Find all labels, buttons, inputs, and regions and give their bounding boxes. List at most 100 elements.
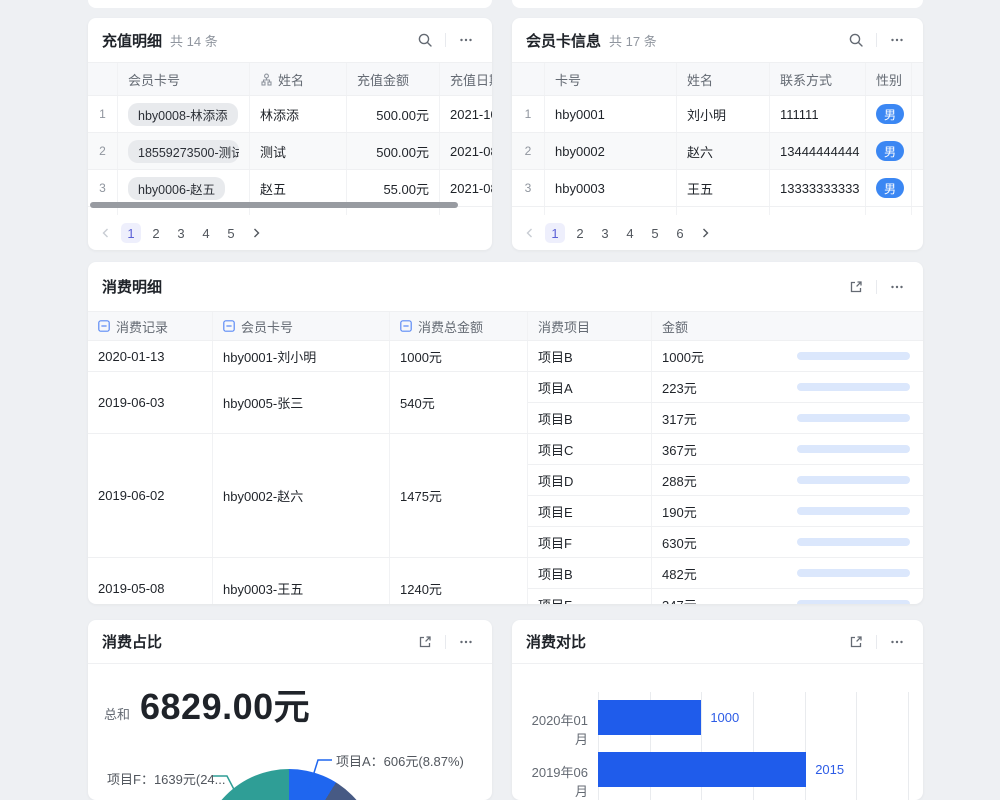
amount-bar <box>797 414 910 422</box>
pie-chart[interactable] <box>200 769 378 800</box>
group-row[interactable]: 2020-01-13 hby0001-刘小明 1000元 <box>88 341 528 372</box>
table-row[interactable]: 2 hby0002 赵六 13444444444 男 <box>512 133 923 170</box>
bar-value-label: 1000 <box>710 710 739 725</box>
total-label: 总和 <box>104 704 130 723</box>
col-header-card[interactable]: 会员卡号 <box>118 63 250 95</box>
col-header-record[interactable]: 消费记录 <box>88 312 213 340</box>
col-header-amount[interactable]: 金额 <box>652 312 923 340</box>
page-5[interactable]: 5 <box>645 223 665 243</box>
record-count: 共 14 条 <box>170 31 218 50</box>
total-value: 6829.00元 <box>140 678 310 730</box>
table-row-partial <box>512 207 923 215</box>
open-in-new-icon[interactable] <box>413 630 437 654</box>
group-row[interactable]: 2019-06-03 hby0005-张三 540元 <box>88 372 528 434</box>
bar-value-label: 2015 <box>815 762 844 777</box>
item-row[interactable]: 项目B 317元 <box>528 403 923 434</box>
table-row[interactable]: 1 hby0008-林添添 林添添 500.00元 2021-10 <box>88 96 492 133</box>
horizontal-scrollbar[interactable] <box>90 202 458 208</box>
group-row[interactable]: 2019-06-02 hby0002-赵六 1475元 <box>88 434 528 558</box>
item-row[interactable]: 项目B 482元 <box>528 558 923 589</box>
more-icon[interactable] <box>454 28 478 52</box>
table-header-row: 卡号 姓名 联系方式 性别 <box>512 62 923 96</box>
card-above-left-edge <box>88 0 492 8</box>
item-row-partial[interactable]: 项目F 347元 <box>528 589 923 604</box>
panel-recharge-details: 充值明细 共 14 条 会员卡号 姓名 充值金额 充值日期 1 hby0008-… <box>88 18 492 250</box>
page-1[interactable]: 1 <box>545 223 565 243</box>
col-header-project[interactable]: 消费项目 <box>528 312 652 340</box>
group-row[interactable]: 2019-05-08 hby0003-王五 1240元 <box>88 558 528 604</box>
item-row[interactable]: 项目C 367元 <box>528 434 923 465</box>
page-4[interactable]: 4 <box>196 223 216 243</box>
divider <box>876 280 877 294</box>
open-in-new-icon[interactable] <box>844 630 868 654</box>
divider <box>445 635 446 649</box>
pagination: 1 2 3 4 5 6 <box>520 223 715 243</box>
col-header-phone[interactable]: 联系方式 <box>770 63 866 95</box>
item-row[interactable]: 项目F 630元 <box>528 527 923 558</box>
panel-consumption-header: 消费明细 <box>88 262 923 311</box>
card-number-tag: hby0008-林添添 <box>128 103 238 126</box>
table-row[interactable]: 1 hby0001 刘小明 111111 男 <box>512 96 923 133</box>
item-row[interactable]: 项目D 288元 <box>528 465 923 496</box>
collapse-group-icon <box>223 320 235 332</box>
amount-bar <box>797 600 910 604</box>
col-header-total[interactable]: 消费总金额 <box>390 312 528 340</box>
item-row[interactable]: 项目E 190元 <box>528 496 923 527</box>
search-icon[interactable] <box>844 28 868 52</box>
col-header-name[interactable]: 姓名 <box>677 63 770 95</box>
page-1[interactable]: 1 <box>121 223 141 243</box>
page-5[interactable]: 5 <box>221 223 241 243</box>
amount-bar <box>797 383 910 391</box>
item-row[interactable]: 项目A 223元 <box>528 372 923 403</box>
col-header-card[interactable]: 会员卡号 <box>213 312 390 340</box>
bar-category-label: 2020年01月 <box>522 710 588 748</box>
col-header-amount[interactable]: 充值金额 <box>347 63 440 95</box>
next-page-icon[interactable] <box>246 223 266 243</box>
table-row[interactable]: 2 18559273500-测试 测试 500.00元 2021-08 <box>88 133 492 170</box>
more-icon[interactable] <box>885 275 909 299</box>
page-3[interactable]: 3 <box>171 223 191 243</box>
consumption-header-row: 消费记录 会员卡号 消费总金额 消费项目 金额 <box>88 311 923 341</box>
panel-title: 消费占比 <box>102 631 162 652</box>
page-3[interactable]: 3 <box>595 223 615 243</box>
pie-total: 总和 6829.00元 <box>88 664 492 730</box>
bar-row[interactable]: 2015 <box>598 752 908 787</box>
next-page-icon[interactable] <box>695 223 715 243</box>
pie-label-project-a: 项目A：606元(8.87%) <box>336 751 464 770</box>
recharge-table: 会员卡号 姓名 充值金额 充值日期 1 hby0008-林添添 林添添 500.… <box>88 62 492 215</box>
bar-category-label: 2019年06月 <box>522 762 588 800</box>
col-header-card[interactable]: 卡号 <box>545 63 677 95</box>
prev-page-icon[interactable] <box>96 223 116 243</box>
item-row[interactable]: 项目B 1000元 <box>528 341 923 372</box>
more-icon[interactable] <box>885 28 909 52</box>
more-icon[interactable] <box>454 630 478 654</box>
col-header-date[interactable]: 充值日期 <box>440 63 492 95</box>
group-columns: 2020-01-13 hby0001-刘小明 1000元 2019-06-03 … <box>88 341 528 604</box>
table-row-partial <box>88 207 492 215</box>
amount-bar <box>797 476 910 484</box>
page-2[interactable]: 2 <box>570 223 590 243</box>
amount-bar <box>797 445 910 453</box>
more-icon[interactable] <box>885 630 909 654</box>
gender-badge: 男 <box>876 104 904 124</box>
prev-page-icon[interactable] <box>520 223 540 243</box>
collapse-group-icon <box>98 320 110 332</box>
page-2[interactable]: 2 <box>146 223 166 243</box>
table-row[interactable]: 3 hby0003 王五 13333333333 男 <box>512 170 923 207</box>
pie-label-project-f: 项目F：1639元(24... <box>107 769 226 788</box>
open-in-new-icon[interactable] <box>844 275 868 299</box>
lookup-icon <box>260 73 273 86</box>
bar-2020-01 <box>598 700 701 735</box>
col-header-name[interactable]: 姓名 <box>250 63 347 95</box>
panel-recharge-header: 充值明细 共 14 条 <box>88 18 492 62</box>
page-4[interactable]: 4 <box>620 223 640 243</box>
bar-chart-plot: 1000 2015 <box>598 692 908 800</box>
bar-row[interactable]: 1000 <box>598 700 908 735</box>
col-header-gender[interactable]: 性别 <box>866 63 912 95</box>
panel-member-cards: 会员卡信息 共 17 条 卡号 姓名 联系方式 性别 1 hby0001 刘小明… <box>512 18 923 250</box>
panel-title: 会员卡信息 <box>526 30 601 51</box>
panel-consumption-details: 消费明细 消费记录 会员卡号 消费总金额 消费项目 金额 <box>88 262 923 604</box>
search-icon[interactable] <box>413 28 437 52</box>
page-6[interactable]: 6 <box>670 223 690 243</box>
amount-bar <box>797 538 910 546</box>
